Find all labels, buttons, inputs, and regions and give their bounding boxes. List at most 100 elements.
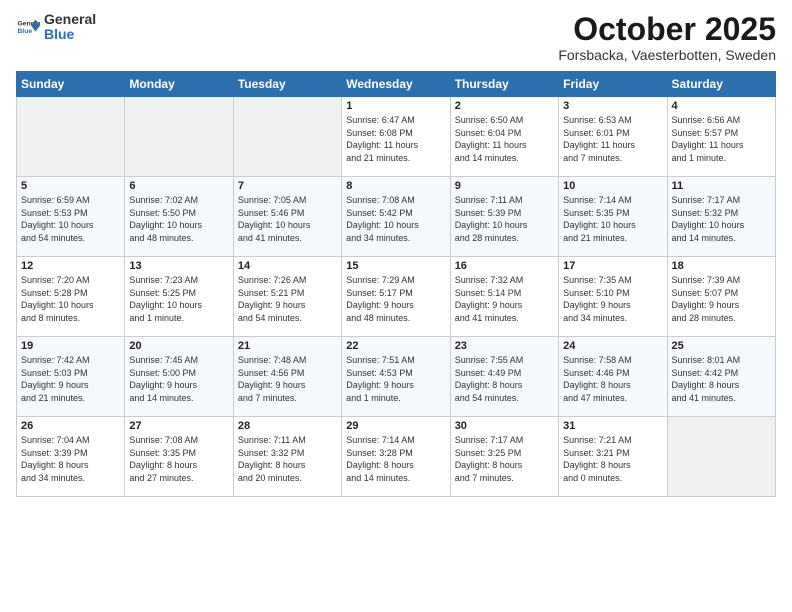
calendar-week-2: 5 Sunrise: 6:59 AM Sunset: 5:53 PM Daylig… (17, 177, 776, 257)
day-info: Sunrise: 7:17 AM Sunset: 5:32 PM Dayligh… (672, 194, 771, 244)
day-info: Sunrise: 6:47 AM Sunset: 6:08 PM Dayligh… (346, 114, 445, 164)
day-number: 6 (129, 180, 228, 192)
day-info: Sunrise: 7:21 AM Sunset: 3:21 PM Dayligh… (563, 434, 662, 484)
calendar-cell (125, 97, 233, 177)
svg-text:Blue: Blue (18, 28, 33, 35)
calendar-cell: 12 Sunrise: 7:20 AM Sunset: 5:28 PM Dayli… (17, 257, 125, 337)
calendar-cell: 23Sunrise: 7:55 AM Sunset: 4:49 PM Dayli… (450, 337, 558, 417)
day-info: Sunrise: 7:26 AM Sunset: 5:21 PM Dayligh… (238, 274, 337, 324)
day-number: 26 (21, 420, 120, 432)
calendar-cell: 29 Sunrise: 7:14 AM Sunset: 3:28 PM Dayli… (342, 417, 450, 497)
day-info: Sunrise: 7:11 AM Sunset: 5:39 PM Dayligh… (455, 194, 554, 244)
day-info: Sunrise: 7:51 AM Sunset: 4:53 PM Dayligh… (346, 354, 445, 404)
calendar-cell: 24 Sunrise: 7:58 AM Sunset: 4:46 PM Dayli… (559, 337, 667, 417)
calendar-cell: 15 Sunrise: 7:29 AM Sunset: 5:17 PM Dayli… (342, 257, 450, 337)
calendar-table: SundayMondayTuesdayWednesdayThursdayFrid… (16, 71, 776, 497)
calendar-cell: 31 Sunrise: 7:21 AM Sunset: 3:21 PM Dayli… (559, 417, 667, 497)
day-number: 15 (346, 260, 445, 272)
weekday-tuesday: Tuesday (233, 72, 341, 97)
day-number: 25 (672, 340, 771, 352)
weekday-header-row: SundayMondayTuesdayWednesdayThursdayFrid… (17, 72, 776, 97)
day-info: Sunrise: 7:23 AM Sunset: 5:25 PM Dayligh… (129, 274, 228, 324)
day-number: 11 (672, 180, 771, 192)
day-number: 27 (129, 420, 228, 432)
calendar-cell: 7Sunrise: 7:05 AM Sunset: 5:46 PM Daylig… (233, 177, 341, 257)
day-number: 8 (346, 180, 445, 192)
day-number: 24 (563, 340, 662, 352)
day-info: Sunrise: 7:14 AM Sunset: 5:35 PM Dayligh… (563, 194, 662, 244)
day-number: 16 (455, 260, 554, 272)
day-info: Sunrise: 6:56 AM Sunset: 5:57 PM Dayligh… (672, 114, 771, 164)
weekday-sunday: Sunday (17, 72, 125, 97)
day-info: Sunrise: 7:04 AM Sunset: 3:39 PM Dayligh… (21, 434, 120, 484)
calendar-week-3: 12 Sunrise: 7:20 AM Sunset: 5:28 PM Dayli… (17, 257, 776, 337)
day-number: 1 (346, 100, 445, 112)
day-info: Sunrise: 7:45 AM Sunset: 5:00 PM Dayligh… (129, 354, 228, 404)
calendar-cell (233, 97, 341, 177)
day-info: Sunrise: 7:48 AM Sunset: 4:56 PM Dayligh… (238, 354, 337, 404)
calendar-cell: 25 Sunrise: 8:01 AM Sunset: 4:42 PM Dayli… (667, 337, 775, 417)
weekday-saturday: Saturday (667, 72, 775, 97)
weekday-friday: Friday (559, 72, 667, 97)
day-info: Sunrise: 7:14 AM Sunset: 3:28 PM Dayligh… (346, 434, 445, 484)
day-info: Sunrise: 7:29 AM Sunset: 5:17 PM Dayligh… (346, 274, 445, 324)
day-number: 20 (129, 340, 228, 352)
day-number: 4 (672, 100, 771, 112)
day-number: 29 (346, 420, 445, 432)
day-info: Sunrise: 7:32 AM Sunset: 5:14 PM Dayligh… (455, 274, 554, 324)
calendar-cell: 20 Sunrise: 7:45 AM Sunset: 5:00 PM Dayli… (125, 337, 233, 417)
day-info: Sunrise: 7:58 AM Sunset: 4:46 PM Dayligh… (563, 354, 662, 404)
day-number: 3 (563, 100, 662, 112)
day-number: 12 (21, 260, 120, 272)
calendar-week-1: 1 Sunrise: 6:47 AM Sunset: 6:08 PM Daylig… (17, 97, 776, 177)
header: General Blue General Blue October 2025 F… (16, 12, 776, 63)
day-number: 30 (455, 420, 554, 432)
calendar-cell: 27 Sunrise: 7:08 AM Sunset: 3:35 PM Dayli… (125, 417, 233, 497)
logo-text: General Blue (44, 12, 96, 43)
calendar-cell: 30Sunrise: 7:17 AM Sunset: 3:25 PM Dayli… (450, 417, 558, 497)
day-number: 28 (238, 420, 337, 432)
day-number: 10 (563, 180, 662, 192)
day-info: Sunrise: 7:05 AM Sunset: 5:46 PM Dayligh… (238, 194, 337, 244)
day-number: 23 (455, 340, 554, 352)
weekday-wednesday: Wednesday (342, 72, 450, 97)
logo-blue: Blue (44, 27, 96, 42)
calendar-cell: 1 Sunrise: 6:47 AM Sunset: 6:08 PM Daylig… (342, 97, 450, 177)
month-title: October 2025 (558, 12, 776, 47)
day-info: Sunrise: 6:53 AM Sunset: 6:01 PM Dayligh… (563, 114, 662, 164)
calendar-cell: 11 Sunrise: 7:17 AM Sunset: 5:32 PM Dayli… (667, 177, 775, 257)
calendar-cell: 10 Sunrise: 7:14 AM Sunset: 5:35 PM Dayli… (559, 177, 667, 257)
day-number: 31 (563, 420, 662, 432)
calendar-cell: 5 Sunrise: 6:59 AM Sunset: 5:53 PM Daylig… (17, 177, 125, 257)
calendar-cell: 21Sunrise: 7:48 AM Sunset: 4:56 PM Dayli… (233, 337, 341, 417)
day-info: Sunrise: 7:35 AM Sunset: 5:10 PM Dayligh… (563, 274, 662, 324)
day-number: 2 (455, 100, 554, 112)
calendar-cell: 28 Sunrise: 7:11 AM Sunset: 3:32 PM Dayli… (233, 417, 341, 497)
day-info: Sunrise: 7:11 AM Sunset: 3:32 PM Dayligh… (238, 434, 337, 484)
day-info: Sunrise: 6:50 AM Sunset: 6:04 PM Dayligh… (455, 114, 554, 164)
day-info: Sunrise: 7:39 AM Sunset: 5:07 PM Dayligh… (672, 274, 771, 324)
day-info: Sunrise: 6:59 AM Sunset: 5:53 PM Dayligh… (21, 194, 120, 244)
day-number: 14 (238, 260, 337, 272)
day-number: 19 (21, 340, 120, 352)
day-number: 5 (21, 180, 120, 192)
calendar-cell: 9Sunrise: 7:11 AM Sunset: 5:39 PM Daylig… (450, 177, 558, 257)
day-info: Sunrise: 7:08 AM Sunset: 5:42 PM Dayligh… (346, 194, 445, 244)
day-number: 13 (129, 260, 228, 272)
day-number: 18 (672, 260, 771, 272)
calendar-cell (17, 97, 125, 177)
logo-general: General (44, 12, 96, 27)
title-block: October 2025 Forsbacka, Vaesterbotten, S… (558, 12, 776, 63)
day-number: 22 (346, 340, 445, 352)
day-info: Sunrise: 7:08 AM Sunset: 3:35 PM Dayligh… (129, 434, 228, 484)
calendar-cell: 16 Sunrise: 7:32 AM Sunset: 5:14 PM Dayli… (450, 257, 558, 337)
day-number: 17 (563, 260, 662, 272)
day-info: Sunrise: 7:20 AM Sunset: 5:28 PM Dayligh… (21, 274, 120, 324)
day-info: Sunrise: 8:01 AM Sunset: 4:42 PM Dayligh… (672, 354, 771, 404)
day-info: Sunrise: 7:42 AM Sunset: 5:03 PM Dayligh… (21, 354, 120, 404)
calendar-cell (667, 417, 775, 497)
day-info: Sunrise: 7:02 AM Sunset: 5:50 PM Dayligh… (129, 194, 228, 244)
weekday-thursday: Thursday (450, 72, 558, 97)
weekday-monday: Monday (125, 72, 233, 97)
calendar-cell: 18 Sunrise: 7:39 AM Sunset: 5:07 PM Dayli… (667, 257, 775, 337)
